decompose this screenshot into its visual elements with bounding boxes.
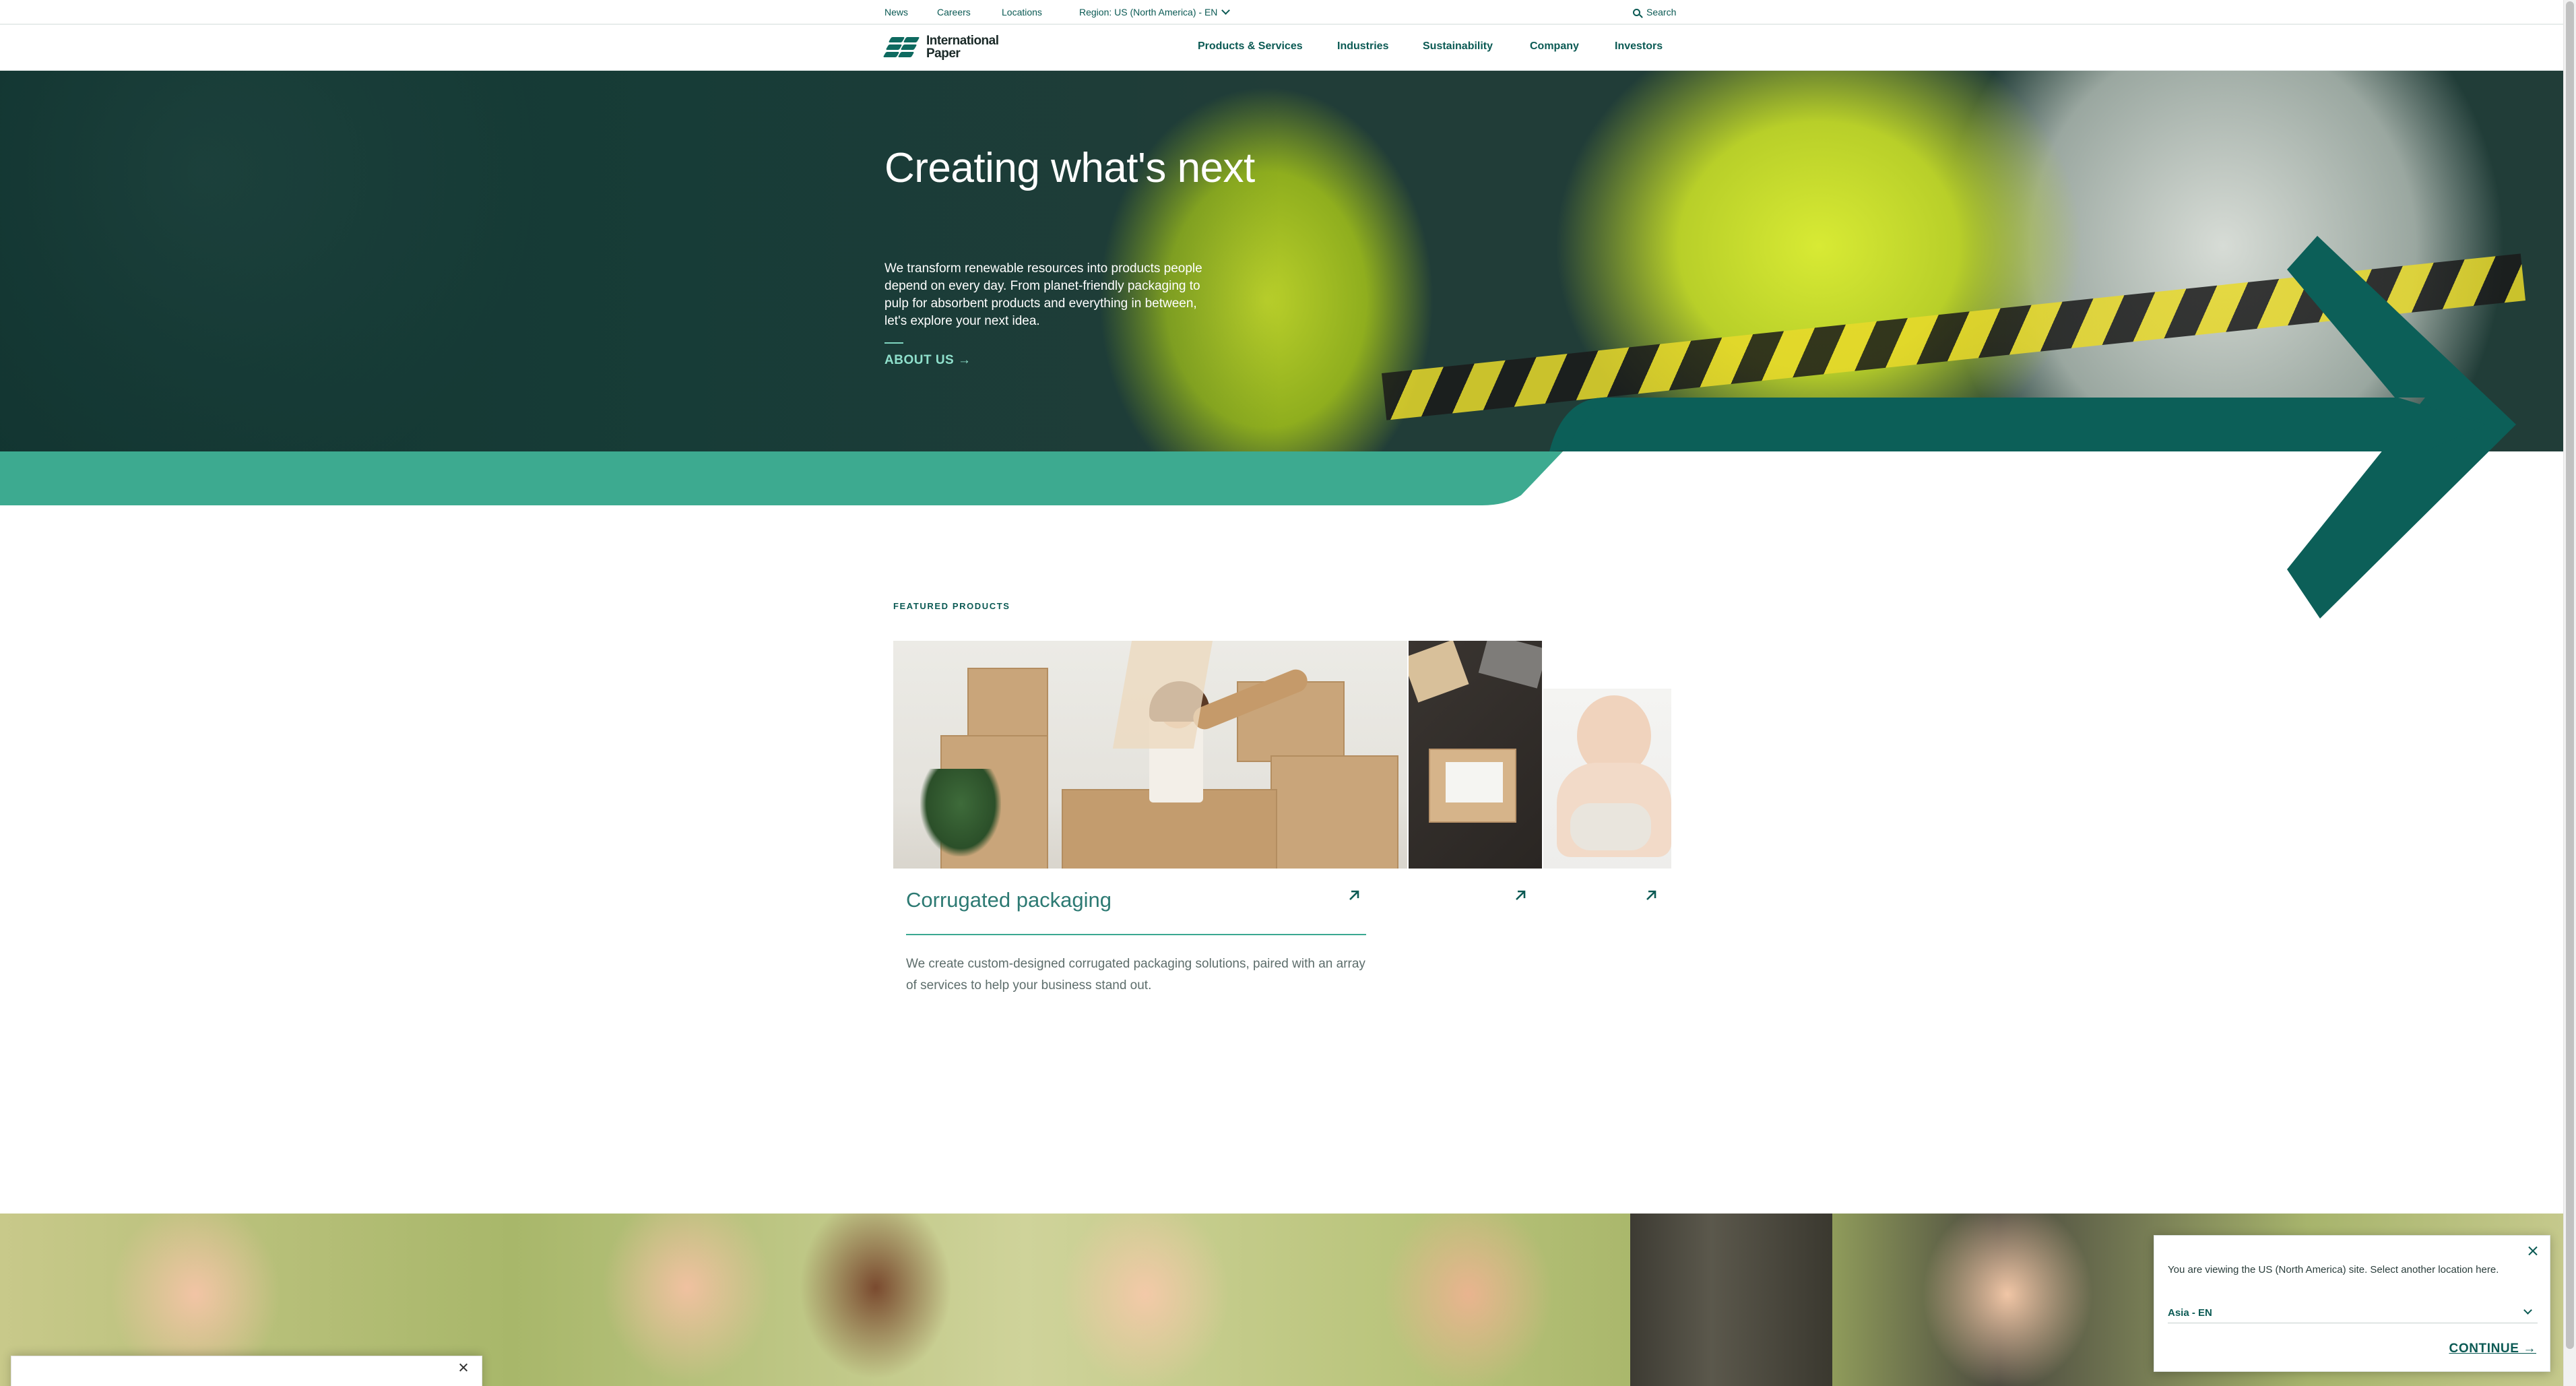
scrollbar[interactable] (2563, 0, 2576, 1386)
tree-trunk (1630, 1214, 1832, 1386)
utility-bar: News Careers Locations Region: US (North… (0, 0, 2563, 25)
product-card-title[interactable]: Corrugated packaging (906, 888, 1112, 912)
featured-products-heading: FEATURED PRODUCTS (893, 601, 1010, 611)
logo[interactable]: International Paper (882, 34, 999, 60)
region-select-value: Asia - EN (2168, 1307, 2212, 1319)
product-card-divider (906, 934, 1366, 935)
continue-button[interactable]: CONTINUE → (2449, 1342, 2537, 1356)
chevron-down-icon (1221, 6, 1231, 15)
utility-link-careers[interactable]: Careers (937, 7, 971, 18)
chevron-down-icon (2523, 1306, 2532, 1315)
product-image-shipping-box[interactable] (1409, 641, 1542, 869)
about-us-link[interactable]: ABOUT US → (884, 353, 971, 368)
arrow-up-right-icon[interactable] (1644, 888, 1659, 903)
search-button[interactable]: Search (1633, 7, 1676, 18)
utility-link-news[interactable]: News (884, 7, 908, 18)
utility-link-locations[interactable]: Locations (1002, 7, 1042, 18)
nav-industries[interactable]: Industries (1337, 40, 1388, 53)
product-image-baby[interactable] (1543, 689, 1671, 869)
region-modal-message: You are viewing the US (North America) s… (2168, 1264, 2499, 1275)
teal-band-shape (0, 451, 1563, 505)
nav-sustainability[interactable]: Sustainability (1423, 40, 1493, 53)
hero-description: We transform renewable resources into pr… (884, 261, 1202, 328)
region-selector[interactable]: Region: US (North America) - EN (1079, 6, 1231, 18)
nav-investors[interactable]: Investors (1615, 40, 1663, 53)
close-icon[interactable] (457, 1362, 470, 1374)
search-label: Search (1646, 7, 1677, 18)
hero-image: Creating what's next We transform renewa… (0, 71, 2563, 451)
nav-company[interactable]: Company (1530, 40, 1579, 53)
region-modal: You are viewing the US (North America) s… (2154, 1235, 2550, 1372)
cookie-banner (11, 1356, 482, 1386)
logo-line-2: Paper (926, 46, 961, 61)
arrow-up-right-icon[interactable] (1347, 888, 1361, 903)
nav-products-services[interactable]: Products & Services (1198, 40, 1303, 53)
hero-caution-stripes (1381, 253, 2526, 420)
scrollbar-thumb[interactable] (2566, 1, 2574, 1349)
close-icon[interactable] (2525, 1244, 2540, 1259)
product-card-description: We create custom-designed corrugated pac… (906, 957, 1365, 993)
logo-wordmark: International Paper (926, 34, 999, 60)
search-icon (1633, 9, 1640, 16)
logo-mark-icon (882, 36, 921, 59)
hero-cta-rule (884, 342, 903, 344)
product-image-corrugated[interactable] (893, 641, 1407, 869)
arrow-up-right-icon[interactable] (1513, 888, 1528, 903)
region-select[interactable]: Asia - EN (2168, 1303, 2538, 1323)
region-selector-label: Region: US (North America) - EN (1079, 7, 1218, 18)
hero-title: Creating what's next (884, 145, 1255, 191)
main-nav: International Paper Products & Services … (0, 25, 2563, 71)
logo-line-1: International (926, 34, 999, 48)
